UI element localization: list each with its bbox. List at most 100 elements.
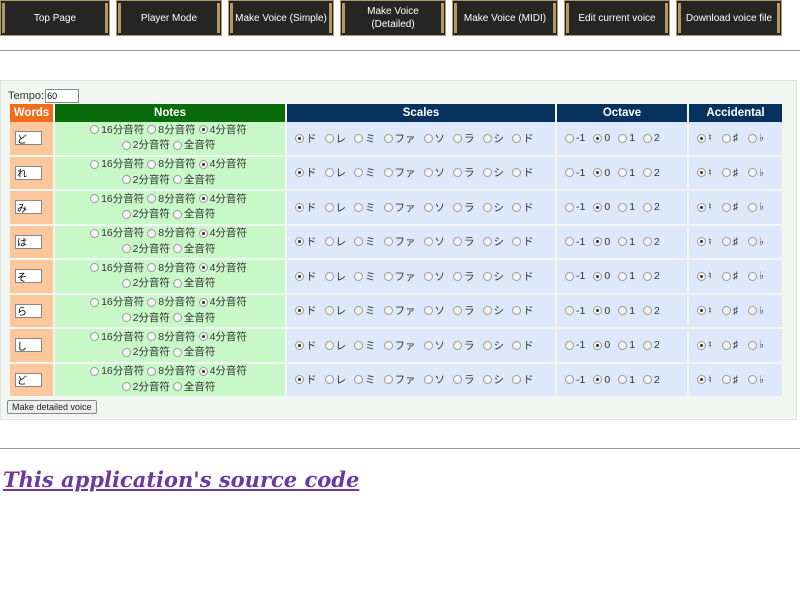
note-radio[interactable]	[90, 125, 100, 135]
note-radio[interactable]	[90, 297, 100, 307]
scale-radio[interactable]	[482, 168, 492, 178]
note-radio[interactable]	[90, 159, 100, 169]
note-radio[interactable]	[172, 382, 182, 392]
accidental-option[interactable]: ♭	[748, 305, 764, 317]
scale-radio[interactable]	[383, 271, 393, 281]
note-radio[interactable]	[121, 175, 131, 185]
scale-option[interactable]: ファ	[383, 372, 416, 387]
octave-radio[interactable]	[593, 375, 603, 385]
octave-option[interactable]: 2	[643, 236, 660, 248]
note-radio[interactable]	[172, 140, 182, 150]
scale-radio[interactable]	[512, 340, 521, 350]
accidental-option[interactable]: ♭	[748, 132, 764, 144]
scale-option[interactable]: ド	[295, 338, 317, 353]
accidental-radio[interactable]	[697, 271, 706, 281]
note-option[interactable]: 8分音符	[147, 261, 196, 275]
scale-radio[interactable]	[482, 271, 492, 281]
note-option[interactable]: 16分音符	[90, 295, 144, 309]
scale-radio[interactable]	[453, 375, 462, 385]
note-option[interactable]: 4分音符	[198, 364, 247, 378]
accidental-radio[interactable]	[721, 202, 731, 212]
accidental-option[interactable]: ♯	[721, 167, 738, 179]
scale-option[interactable]: ラ	[453, 165, 475, 180]
note-option[interactable]: 16分音符	[90, 226, 144, 240]
note-radio[interactable]	[121, 209, 131, 219]
scale-option[interactable]: シ	[482, 234, 504, 249]
octave-option[interactable]: 0	[593, 270, 610, 282]
octave-option[interactable]: 1	[618, 167, 635, 179]
octave-radio[interactable]	[565, 168, 574, 178]
accidental-radio[interactable]	[697, 306, 706, 316]
note-radio[interactable]	[172, 244, 182, 254]
note-option[interactable]: 2分音符	[121, 207, 170, 221]
scale-option[interactable]: ラ	[453, 372, 475, 387]
octave-option[interactable]: 1	[618, 270, 635, 282]
scale-option[interactable]: ソ	[423, 234, 445, 249]
octave-radio[interactable]	[643, 271, 653, 281]
note-radio[interactable]	[147, 194, 157, 204]
octave-option[interactable]: -1	[565, 167, 585, 179]
octave-radio[interactable]	[593, 306, 603, 316]
octave-option[interactable]: 1	[618, 236, 635, 248]
note-radio[interactable]	[172, 347, 182, 357]
word-input[interactable]	[15, 303, 42, 318]
accidental-option[interactable]: ♮	[697, 167, 712, 179]
scale-radio[interactable]	[453, 271, 462, 281]
scale-radio[interactable]	[295, 168, 304, 178]
scale-radio[interactable]	[423, 202, 433, 212]
octave-radio[interactable]	[593, 133, 603, 143]
note-option[interactable]: 全音符	[172, 276, 215, 290]
note-option[interactable]: 4分音符	[198, 226, 247, 240]
nav-edit-current-voice-button[interactable]: Edit current voice	[564, 0, 670, 36]
note-option[interactable]: 16分音符	[90, 364, 144, 378]
scale-option[interactable]: シ	[482, 338, 504, 353]
octave-option[interactable]: -1	[565, 270, 585, 282]
scale-radio[interactable]	[295, 133, 304, 143]
accidental-radio[interactable]	[721, 340, 731, 350]
scale-radio[interactable]	[453, 306, 462, 316]
scale-radio[interactable]	[482, 375, 492, 385]
note-radio[interactable]	[147, 332, 157, 342]
note-radio[interactable]	[147, 125, 157, 135]
accidental-option[interactable]: ♭	[748, 236, 764, 248]
octave-radio[interactable]	[643, 133, 653, 143]
octave-option[interactable]: 1	[618, 201, 635, 213]
scale-radio[interactable]	[295, 306, 304, 316]
note-radio[interactable]	[198, 228, 208, 238]
note-option[interactable]: 2分音符	[121, 138, 170, 152]
scale-option[interactable]: シ	[482, 200, 504, 215]
accidental-radio[interactable]	[697, 133, 706, 143]
scale-radio[interactable]	[324, 133, 334, 143]
make-detailed-voice-button[interactable]: Make detailed voice	[7, 400, 97, 414]
scale-option[interactable]: ファ	[383, 338, 416, 353]
scale-option[interactable]: ソ	[423, 200, 445, 215]
scale-option[interactable]: ド	[512, 165, 534, 180]
scale-option[interactable]: レ	[324, 303, 346, 318]
scale-option[interactable]: レ	[324, 165, 346, 180]
note-option[interactable]: 8分音符	[147, 192, 196, 206]
scale-radio[interactable]	[512, 168, 521, 178]
accidental-option[interactable]: ♮	[697, 339, 712, 351]
word-input[interactable]	[15, 269, 42, 283]
scale-option[interactable]: ミ	[354, 200, 376, 215]
nav-make-voice-midi-button[interactable]: Make Voice (MIDI)	[452, 0, 558, 36]
scale-option[interactable]: ド	[512, 303, 534, 318]
scale-radio[interactable]	[423, 340, 433, 350]
nav-make-voice-detailed-button[interactable]: Make Voice (Detailed)	[340, 0, 446, 36]
word-input[interactable]	[15, 131, 42, 145]
accidental-radio[interactable]	[748, 237, 758, 247]
octave-radio[interactable]	[618, 202, 628, 212]
octave-radio[interactable]	[618, 133, 628, 143]
scale-radio[interactable]	[453, 237, 462, 247]
note-radio[interactable]	[198, 332, 208, 342]
scale-option[interactable]: ド	[295, 131, 317, 146]
note-radio[interactable]	[90, 332, 100, 342]
note-radio[interactable]	[121, 382, 131, 392]
accidental-option[interactable]: ♮	[697, 201, 712, 213]
octave-radio[interactable]	[643, 168, 653, 178]
note-radio[interactable]	[198, 366, 208, 376]
note-option[interactable]: 全音符	[172, 138, 215, 152]
note-radio[interactable]	[198, 297, 208, 307]
scale-radio[interactable]	[482, 237, 492, 247]
note-radio[interactable]	[90, 228, 100, 238]
